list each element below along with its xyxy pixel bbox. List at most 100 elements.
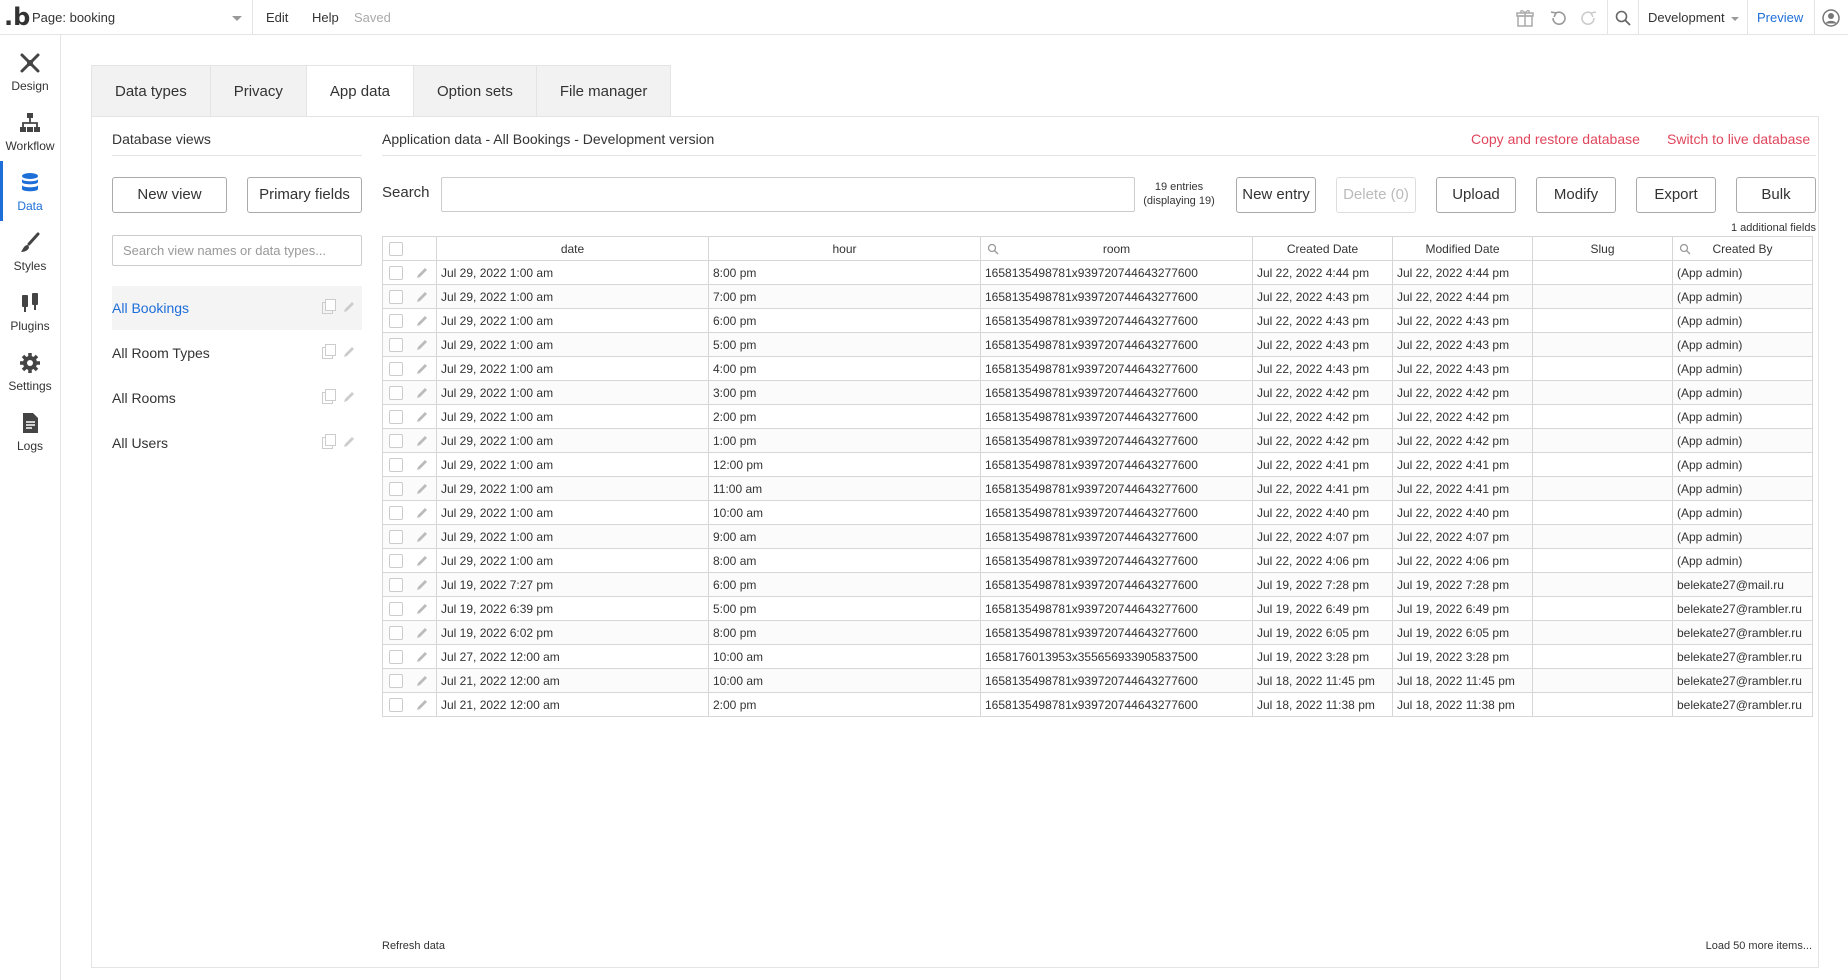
row-checkbox[interactable] bbox=[389, 530, 403, 544]
row-checkbox[interactable] bbox=[389, 554, 403, 568]
undo-icon[interactable] bbox=[1547, 7, 1569, 29]
copy-restore-database-link[interactable]: Copy and restore database bbox=[1471, 128, 1640, 150]
pencil-icon[interactable] bbox=[415, 650, 429, 664]
tab-privacy[interactable]: Privacy bbox=[209, 65, 306, 117]
column-header[interactable]: hour bbox=[708, 236, 981, 261]
preview-link[interactable]: Preview bbox=[1757, 8, 1803, 28]
table-row[interactable]: Jul 29, 2022 1:00 am 9:00 am 1658135498781… bbox=[382, 524, 1813, 549]
table-row[interactable]: Jul 29, 2022 1:00 am 4:00 pm 1658135498781… bbox=[382, 356, 1813, 381]
edit-menu[interactable]: Edit bbox=[266, 8, 288, 28]
row-checkbox[interactable] bbox=[389, 338, 403, 352]
pencil-icon[interactable] bbox=[415, 482, 429, 496]
switch-live-database-link[interactable]: Switch to live database bbox=[1667, 128, 1810, 150]
view-item-all-users[interactable]: All Users bbox=[112, 421, 362, 465]
pencil-icon[interactable] bbox=[342, 345, 356, 359]
copy-icon[interactable] bbox=[322, 434, 336, 449]
table-row[interactable]: Jul 19, 2022 7:27 pm 6:00 pm 1658135498781… bbox=[382, 572, 1813, 597]
row-checkbox[interactable] bbox=[389, 458, 403, 472]
pencil-icon[interactable] bbox=[415, 506, 429, 520]
table-row[interactable]: Jul 29, 2022 1:00 am 1:00 pm 1658135498781… bbox=[382, 428, 1813, 453]
table-row[interactable]: Jul 29, 2022 1:00 am 8:00 pm 1658135498781… bbox=[382, 260, 1813, 285]
pencil-icon[interactable] bbox=[415, 338, 429, 352]
gift-icon[interactable] bbox=[1514, 7, 1536, 29]
pencil-icon[interactable] bbox=[415, 290, 429, 304]
row-checkbox[interactable] bbox=[389, 578, 403, 592]
tab-app-data[interactable]: App data bbox=[305, 65, 413, 117]
new-view-button[interactable]: New view bbox=[112, 177, 227, 213]
row-checkbox[interactable] bbox=[389, 626, 403, 640]
copy-icon[interactable] bbox=[322, 389, 336, 404]
search-icon[interactable] bbox=[987, 243, 999, 255]
row-checkbox[interactable] bbox=[389, 482, 403, 496]
environment-selector[interactable]: Development bbox=[1648, 8, 1739, 28]
table-row[interactable]: Jul 29, 2022 1:00 am 10:00 am 165813549878… bbox=[382, 500, 1813, 525]
row-checkbox[interactable] bbox=[389, 386, 403, 400]
nav-logs[interactable]: Logs bbox=[0, 401, 60, 461]
primary-fields-button[interactable]: Primary fields bbox=[247, 177, 362, 213]
row-checkbox[interactable] bbox=[389, 602, 403, 616]
row-checkbox[interactable] bbox=[389, 266, 403, 280]
pencil-icon[interactable] bbox=[415, 626, 429, 640]
select-all-checkbox[interactable] bbox=[389, 242, 403, 256]
nav-settings[interactable]: Settings bbox=[0, 341, 60, 401]
export-button[interactable]: Export bbox=[1636, 177, 1716, 213]
table-row[interactable]: Jul 21, 2022 12:00 am 2:00 pm 165813549878… bbox=[382, 692, 1813, 717]
column-header[interactable]: Slug bbox=[1532, 236, 1673, 261]
refresh-data-link[interactable]: Refresh data bbox=[382, 939, 445, 953]
search-icon[interactable] bbox=[1612, 7, 1634, 29]
column-header[interactable]: Created Date bbox=[1252, 236, 1393, 261]
pencil-icon[interactable] bbox=[415, 530, 429, 544]
nav-styles[interactable]: Styles bbox=[0, 221, 60, 281]
pencil-icon[interactable] bbox=[415, 314, 429, 328]
table-row[interactable]: Jul 21, 2022 12:00 am 10:00 am 16581354987… bbox=[382, 668, 1813, 693]
column-header[interactable]: date bbox=[436, 236, 709, 261]
pencil-icon[interactable] bbox=[415, 458, 429, 472]
load-more-link[interactable]: Load 50 more items... bbox=[1600, 939, 1812, 953]
column-header-room[interactable]: room bbox=[980, 236, 1253, 261]
search-icon[interactable] bbox=[1679, 243, 1691, 255]
row-checkbox[interactable] bbox=[389, 410, 403, 424]
help-menu[interactable]: Help bbox=[312, 8, 339, 28]
pencil-icon[interactable] bbox=[415, 602, 429, 616]
table-row[interactable]: Jul 29, 2022 1:00 am 3:00 pm 1658135498781… bbox=[382, 380, 1813, 405]
table-row[interactable]: Jul 19, 2022 6:39 pm 5:00 pm 1658135498781… bbox=[382, 596, 1813, 621]
column-header[interactable]: Modified Date bbox=[1392, 236, 1533, 261]
tab-option-sets[interactable]: Option sets bbox=[412, 65, 536, 117]
new-entry-button[interactable]: New entry bbox=[1236, 177, 1316, 213]
bubble-logo[interactable]: .b bbox=[4, 4, 30, 30]
tab-file-manager[interactable]: File manager bbox=[535, 65, 672, 117]
pencil-icon[interactable] bbox=[342, 390, 356, 404]
row-checkbox[interactable] bbox=[389, 290, 403, 304]
copy-icon[interactable] bbox=[322, 344, 336, 359]
table-row[interactable]: Jul 29, 2022 1:00 am 12:00 pm 165813549878… bbox=[382, 452, 1813, 477]
upload-button[interactable]: Upload bbox=[1436, 177, 1516, 213]
delete-button[interactable]: Delete (0) bbox=[1336, 177, 1416, 213]
nav-data[interactable]: Data bbox=[0, 161, 60, 221]
pencil-icon[interactable] bbox=[415, 674, 429, 688]
pencil-icon[interactable] bbox=[415, 578, 429, 592]
nav-plugins[interactable]: Plugins bbox=[0, 281, 60, 341]
additional-fields-note[interactable]: 1 additional fields bbox=[1600, 221, 1816, 235]
pencil-icon[interactable] bbox=[415, 266, 429, 280]
row-checkbox[interactable] bbox=[389, 506, 403, 520]
redo-icon[interactable] bbox=[1578, 7, 1600, 29]
user-icon[interactable] bbox=[1820, 7, 1842, 29]
table-row[interactable]: Jul 29, 2022 1:00 am 11:00 am 165813549878… bbox=[382, 476, 1813, 501]
row-checkbox[interactable] bbox=[389, 434, 403, 448]
table-row[interactable]: Jul 19, 2022 6:02 pm 8:00 pm 1658135498781… bbox=[382, 620, 1813, 645]
pencil-icon[interactable] bbox=[415, 362, 429, 376]
data-search-input[interactable] bbox=[441, 177, 1135, 212]
pencil-icon[interactable] bbox=[415, 434, 429, 448]
column-header-created-by[interactable]: Created By bbox=[1672, 236, 1813, 261]
row-checkbox[interactable] bbox=[389, 650, 403, 664]
view-search-input[interactable] bbox=[112, 235, 362, 266]
pencil-icon[interactable] bbox=[415, 410, 429, 424]
view-item-all-bookings[interactable]: All Bookings bbox=[112, 286, 362, 330]
pencil-icon[interactable] bbox=[342, 435, 356, 449]
copy-icon[interactable] bbox=[322, 299, 336, 314]
table-row[interactable]: Jul 29, 2022 1:00 am 2:00 pm 1658135498781… bbox=[382, 404, 1813, 429]
pencil-icon[interactable] bbox=[415, 698, 429, 712]
modify-button[interactable]: Modify bbox=[1536, 177, 1616, 213]
table-row[interactable]: Jul 29, 2022 1:00 am 7:00 pm 1658135498781… bbox=[382, 284, 1813, 309]
nav-workflow[interactable]: Workflow bbox=[0, 101, 60, 161]
